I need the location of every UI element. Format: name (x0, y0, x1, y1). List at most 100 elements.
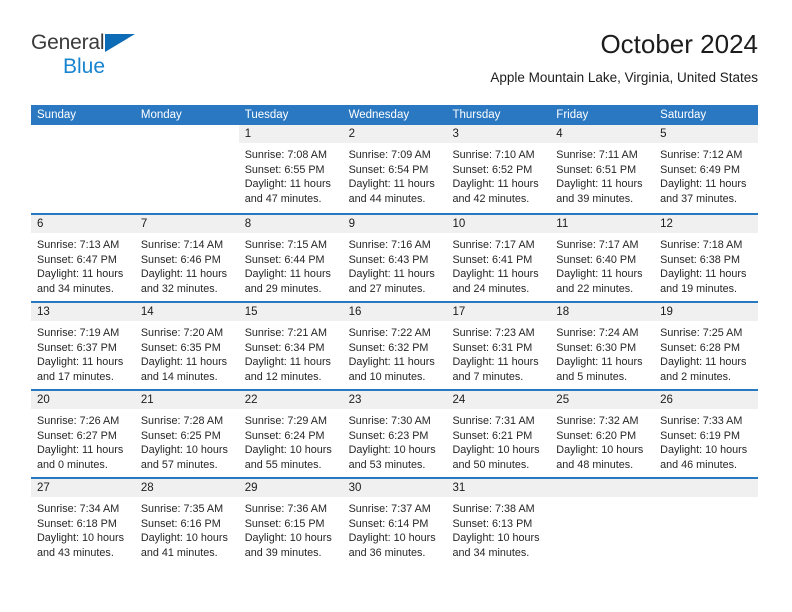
day-cell[interactable]: 9 Sunrise: 7:16 AM Sunset: 6:43 PM Daylight… (342, 215, 447, 301)
day-cell[interactable]: 26 Sunrise: 7:33 AM Sunset: 6:19 PM Dayligh… (654, 391, 759, 477)
day-cell[interactable]: 23 Sunrise: 7:30 AM Sunset: 6:23 PM Dayligh… (342, 391, 447, 477)
day-number: 28 (134, 479, 239, 497)
day-cell[interactable]: 25 Sunrise: 7:32 AM Sunset: 6:20 PM Dayligh… (550, 391, 655, 477)
day-cell[interactable]: 11 Sunrise: 7:17 AM Sunset: 6:40 PM Dayligh… (550, 215, 655, 301)
daylight-text: and 34 minutes. (452, 546, 530, 559)
calendar-weeks: 1 Sunrise: 7:08 AM Sunset: 6:55 PM Daylight… (31, 125, 759, 565)
daylight-text: Daylight: 10 hours (244, 532, 332, 545)
weekday-header-tuesday: Tuesday (244, 109, 289, 121)
sunrise-text: Sunrise: 7:36 AM (244, 503, 327, 515)
sunset-text: Sunset: 6:16 PM (140, 517, 221, 530)
sunset-text: Sunset: 6:51 PM (556, 163, 637, 176)
logo-blue-label: Blue (63, 55, 106, 78)
day-cell[interactable]: 4 Sunrise: 7:11 AM Sunset: 6:51 PM Daylight… (550, 125, 655, 213)
daylight-text: Daylight: 10 hours (140, 444, 228, 457)
title-block: October 2024 Apple Mountain Lake, Virgin… (490, 28, 758, 88)
sunset-text: Sunset: 6:21 PM (452, 429, 533, 442)
day-cell[interactable]: 28 Sunrise: 7:35 AM Sunset: 6:16 PM Dayligh… (134, 479, 239, 565)
daylight-text: Daylight: 11 hours (660, 356, 747, 369)
daylight-text: Daylight: 10 hours (660, 444, 748, 457)
day-cell[interactable]: 17 Sunrise: 7:23 AM Sunset: 6:31 PM Dayligh… (446, 303, 551, 389)
day-cell[interactable]: 8 Sunrise: 7:15 AM Sunset: 6:44 PM Daylight… (238, 215, 343, 301)
day-cell[interactable]: 7 Sunrise: 7:14 AM Sunset: 6:46 PM Daylight… (134, 215, 239, 301)
day-cell[interactable]: 12 Sunrise: 7:18 AM Sunset: 6:38 PM Dayligh… (654, 215, 759, 301)
day-cell[interactable]: 6 Sunrise: 7:13 AM Sunset: 6:47 PM Daylight… (31, 215, 135, 301)
day-cell-empty (654, 479, 759, 565)
day-number (135, 125, 239, 143)
day-cell[interactable]: 18 Sunrise: 7:24 AM Sunset: 6:30 PM Dayligh… (550, 303, 655, 389)
day-cell[interactable]: 3 Sunrise: 7:10 AM Sunset: 6:52 PM Daylight… (446, 125, 551, 213)
sunrise-text: Sunrise: 7:22 AM (348, 327, 431, 339)
sunset-text: Sunset: 6:46 PM (140, 253, 221, 266)
calendar-week-row: 27 Sunrise: 7:34 AM Sunset: 6:18 PM Dayligh… (31, 477, 759, 565)
general-blue-logo[interactable]: General Blue (31, 32, 211, 84)
day-details: Sunrise: 7:34 AM Sunset: 6:18 PM Daylight:… (31, 497, 135, 560)
day-cell[interactable]: 22 Sunrise: 7:29 AM Sunset: 6:24 PM Dayligh… (238, 391, 343, 477)
daylight-text: and 5 minutes. (556, 370, 628, 383)
daylight-text: and 50 minutes. (452, 458, 530, 471)
day-details: Sunrise: 7:13 AM Sunset: 6:47 PM Daylight:… (31, 233, 135, 296)
daylight-text: Daylight: 11 hours (556, 268, 643, 281)
day-cell[interactable]: 2 Sunrise: 7:09 AM Sunset: 6:54 PM Daylight… (342, 125, 447, 213)
day-cell[interactable]: 29 Sunrise: 7:36 AM Sunset: 6:15 PM Dayligh… (238, 479, 343, 565)
sunrise-text: Sunrise: 7:09 AM (348, 149, 431, 161)
daylight-text: and 19 minutes. (660, 282, 737, 295)
day-number: 22 (238, 391, 343, 409)
sunset-text: Sunset: 6:35 PM (140, 341, 221, 354)
sunrise-text: Sunrise: 7:32 AM (556, 415, 639, 427)
day-cell[interactable]: 21 Sunrise: 7:28 AM Sunset: 6:25 PM Dayligh… (134, 391, 239, 477)
day-cell[interactable]: 20 Sunrise: 7:26 AM Sunset: 6:27 PM Dayligh… (31, 391, 135, 477)
day-number: 18 (550, 303, 655, 321)
page-subtitle: Apple Mountain Lake, Virginia, United St… (490, 70, 758, 85)
day-cell[interactable]: 5 Sunrise: 7:12 AM Sunset: 6:49 PM Daylight… (654, 125, 759, 213)
sunset-text: Sunset: 6:15 PM (244, 517, 325, 530)
day-cell[interactable]: 24 Sunrise: 7:31 AM Sunset: 6:21 PM Dayligh… (446, 391, 551, 477)
day-number: 11 (550, 215, 655, 233)
daylight-text: Daylight: 11 hours (140, 356, 228, 369)
daylight-text: Daylight: 11 hours (556, 356, 643, 369)
weekday-header-friday: Friday (556, 109, 589, 121)
sunrise-text: Sunrise: 7:26 AM (37, 415, 120, 427)
day-details: Sunrise: 7:33 AM Sunset: 6:19 PM Daylight:… (654, 409, 758, 472)
daylight-text: and 47 minutes. (244, 192, 322, 205)
day-cell[interactable]: 14 Sunrise: 7:20 AM Sunset: 6:35 PM Dayligh… (134, 303, 239, 389)
day-details: Sunrise: 7:10 AM Sunset: 6:52 PM Daylight:… (446, 143, 550, 206)
day-number: 17 (446, 303, 551, 321)
sunrise-text: Sunrise: 7:23 AM (452, 327, 535, 339)
daylight-text: Daylight: 11 hours (452, 356, 539, 369)
sunset-text: Sunset: 6:24 PM (244, 429, 325, 442)
day-cell[interactable]: 1 Sunrise: 7:08 AM Sunset: 6:55 PM Daylight… (238, 125, 343, 213)
day-cell[interactable]: 15 Sunrise: 7:21 AM Sunset: 6:34 PM Dayligh… (238, 303, 343, 389)
sunset-text: Sunset: 6:38 PM (660, 253, 740, 266)
sunset-text: Sunset: 6:13 PM (452, 517, 533, 530)
day-details: Sunrise: 7:36 AM Sunset: 6:15 PM Daylight:… (239, 497, 343, 560)
day-cell[interactable]: 19 Sunrise: 7:25 AM Sunset: 6:28 PM Dayligh… (654, 303, 759, 389)
day-cell[interactable]: 16 Sunrise: 7:22 AM Sunset: 6:32 PM Dayligh… (342, 303, 447, 389)
day-number: 16 (342, 303, 447, 321)
day-details (654, 497, 758, 502)
day-number: 24 (446, 391, 551, 409)
daylight-text: and 48 minutes. (556, 458, 634, 471)
day-cell[interactable]: 27 Sunrise: 7:34 AM Sunset: 6:18 PM Dayligh… (31, 479, 135, 565)
daylight-text: Daylight: 11 hours (660, 178, 747, 191)
page-header: General Blue October 2024 Apple Mountain… (31, 28, 758, 98)
day-cell[interactable]: 13 Sunrise: 7:19 AM Sunset: 6:37 PM Dayligh… (31, 303, 135, 389)
sunrise-text: Sunrise: 7:17 AM (452, 239, 535, 251)
sunrise-text: Sunrise: 7:24 AM (556, 327, 639, 339)
daylight-text: Daylight: 11 hours (660, 268, 747, 281)
day-details: Sunrise: 7:09 AM Sunset: 6:54 PM Daylight:… (343, 143, 447, 206)
day-details: Sunrise: 7:16 AM Sunset: 6:43 PM Daylight:… (343, 233, 447, 296)
day-cell[interactable]: 10 Sunrise: 7:17 AM Sunset: 6:41 PM Dayligh… (446, 215, 551, 301)
day-details: Sunrise: 7:19 AM Sunset: 6:37 PM Daylight:… (31, 321, 135, 384)
day-number: 9 (342, 215, 447, 233)
sunrise-text: Sunrise: 7:11 AM (556, 149, 638, 161)
day-number: 8 (238, 215, 343, 233)
day-cell-empty (135, 125, 239, 213)
day-details: Sunrise: 7:23 AM Sunset: 6:31 PM Daylight:… (446, 321, 550, 384)
day-cell[interactable]: 30 Sunrise: 7:37 AM Sunset: 6:14 PM Dayligh… (342, 479, 447, 565)
day-details: Sunrise: 7:15 AM Sunset: 6:44 PM Daylight:… (239, 233, 343, 296)
sunset-text: Sunset: 6:14 PM (348, 517, 429, 530)
day-cell[interactable]: 31 Sunrise: 7:38 AM Sunset: 6:13 PM Dayligh… (446, 479, 551, 565)
day-number: 6 (31, 215, 135, 233)
day-number: 30 (342, 479, 447, 497)
